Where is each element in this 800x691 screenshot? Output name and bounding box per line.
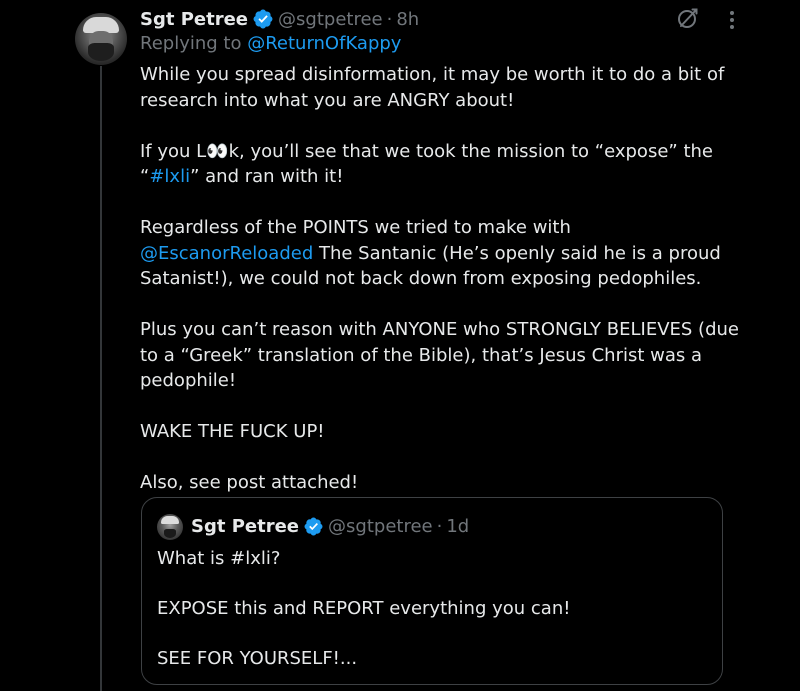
tweet-paragraph-6: Also, see post attached! (140, 472, 359, 493)
quoted-post-header: Sgt Petree @sgtpetree · 1d (191, 513, 469, 539)
eyes-emoji-icon: 👀 (206, 140, 229, 162)
quoted-line-1: What is #lxli? (157, 548, 281, 569)
more-options-icon[interactable] (722, 10, 742, 30)
separator-dot: · (386, 8, 393, 30)
timestamp[interactable]: 8h (396, 9, 419, 30)
quoted-separator-dot: · (436, 515, 443, 537)
tweet-paragraph-1: While you spread disinformation, it may … (140, 64, 725, 111)
quoted-post-card[interactable]: Sgt Petree @sgtpetree · 1d What is #lxli… (141, 497, 723, 685)
tweet-paragraph-3-text-a: Regardless of the POINTS we tried to mak… (140, 217, 571, 238)
hashtag-link[interactable]: #lxli (149, 166, 190, 187)
tweet-paragraph-5: WAKE THE FUCK UP! (140, 421, 325, 442)
tweet-paragraph-2: If you L👀k, you’ll see that we took the … (140, 139, 740, 190)
quoted-handle: @sgtpetree (328, 515, 433, 537)
quoted-line-3: SEE FOR YOURSELF!... (157, 648, 358, 669)
quoted-display-name: Sgt Petree (191, 515, 300, 537)
thread-line (100, 66, 102, 691)
replying-to-mention[interactable]: @ReturnOfKappy (247, 33, 401, 54)
tweet-paragraph-4: Plus you can’t reason with ANYONE who ST… (140, 319, 739, 391)
quoted-line-2: EXPOSE this and REPORT everything you ca… (157, 598, 571, 619)
mention-link[interactable]: @EscanorReloaded (140, 243, 313, 264)
grok-icon[interactable] (676, 6, 700, 30)
quoted-avatar (157, 514, 183, 540)
replying-to: Replying to @ReturnOfKappy (140, 33, 401, 54)
replying-prefix: Replying to (140, 33, 248, 54)
quoted-verified-badge-icon (304, 517, 323, 535)
avatar[interactable] (75, 13, 127, 65)
handle[interactable]: @sgtpetree (278, 9, 383, 30)
tweet-header: Sgt Petree @sgtpetree · 8h (140, 5, 419, 33)
tweet-paragraph-3: Regardless of the POINTS we tried to mak… (140, 215, 740, 292)
quoted-timestamp: 1d (446, 515, 470, 537)
display-name[interactable]: Sgt Petree (140, 9, 248, 30)
verified-badge-icon (253, 9, 273, 29)
tweet-text: While you spread disinformation, it may … (140, 62, 740, 496)
quoted-post-text: What is #lxli? EXPOSE this and REPORT ev… (157, 546, 707, 671)
tweet-paragraph-2-text-a: If you L (140, 140, 207, 162)
tweet-paragraph-2-text-c: ” and ran with it! (190, 166, 344, 187)
